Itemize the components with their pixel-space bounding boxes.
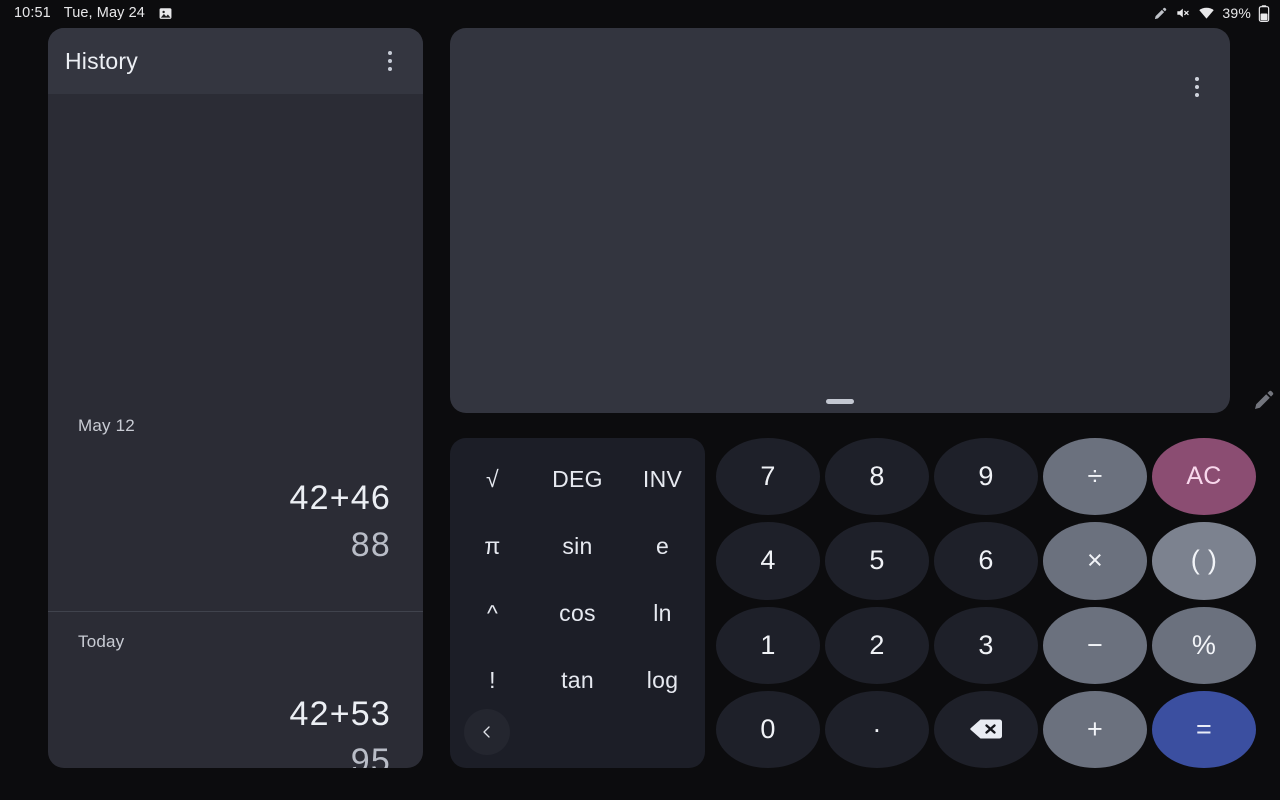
sci-key-inv[interactable]: INV	[620, 446, 705, 513]
history-expression[interactable]: 42+46	[78, 479, 391, 518]
key-digit-7[interactable]: 7	[716, 438, 820, 515]
collapse-pad-button[interactable]	[464, 709, 510, 755]
sci-key-sqrt[interactable]: √	[450, 446, 535, 513]
status-bar-right: 39%	[1153, 5, 1270, 22]
key-digit-3[interactable]: 3	[934, 607, 1038, 684]
history-result[interactable]: 95	[78, 742, 391, 768]
key-digit-0[interactable]: 0	[716, 691, 820, 768]
history-expression[interactable]: 42+53	[78, 695, 391, 734]
key-digit-1[interactable]: 1	[716, 607, 820, 684]
battery-percent-label: 39%	[1222, 5, 1251, 21]
key-divide[interactable]: ÷	[1043, 438, 1147, 515]
sci-key-pi[interactable]: π	[450, 513, 535, 580]
history-list[interactable]: May 12 42+46 88 Today 42+53 95	[48, 94, 423, 768]
sci-key-ln[interactable]: ln	[620, 580, 705, 647]
battery-icon	[1258, 5, 1270, 22]
key-digit-5[interactable]: 5	[825, 522, 929, 599]
key-equals[interactable]: =	[1152, 691, 1256, 768]
volume-mute-icon	[1175, 5, 1191, 21]
status-bar: 10:51 Tue, May 24 39%	[0, 0, 1280, 26]
wifi-icon	[1198, 5, 1215, 22]
image-icon	[158, 6, 173, 21]
backspace-icon	[969, 717, 1003, 741]
status-date: Tue, May 24	[64, 5, 145, 21]
history-group-date: Today	[78, 632, 391, 652]
key-parentheses[interactable]: ( )	[1152, 522, 1256, 599]
sci-key-deg[interactable]: DEG	[535, 446, 620, 513]
key-backspace[interactable]	[934, 691, 1038, 768]
scientific-pad: √ DEG INV π sin e ^ cos ln ! tan log	[450, 438, 705, 768]
history-result[interactable]: 88	[78, 526, 391, 565]
key-minus[interactable]: −	[1043, 607, 1147, 684]
history-panel: History May 12 42+46 88 Today 42+53 95	[48, 28, 423, 768]
history-overflow-menu-icon[interactable]	[375, 44, 405, 78]
key-digit-4[interactable]: 4	[716, 522, 820, 599]
history-group-date: May 12	[78, 416, 391, 436]
calculator-display[interactable]	[450, 28, 1230, 413]
history-title: History	[65, 48, 138, 75]
history-group-1[interactable]: Today 42+53 95	[48, 632, 423, 768]
key-digit-2[interactable]: 2	[825, 607, 929, 684]
key-digit-9[interactable]: 9	[934, 438, 1038, 515]
scientific-key-grid: √ DEG INV π sin e ^ cos ln ! tan log	[450, 446, 705, 714]
display-overflow-menu-icon[interactable]	[1182, 70, 1212, 104]
sci-key-factorial[interactable]: !	[450, 647, 535, 714]
display-formula	[450, 28, 451, 29]
calculator-app-screen: 10:51 Tue, May 24 39%	[0, 0, 1280, 800]
status-clock: 10:51	[14, 5, 51, 21]
display-resize-handle[interactable]	[826, 399, 854, 404]
sci-key-sin[interactable]: sin	[535, 513, 620, 580]
history-divider	[48, 611, 423, 612]
key-multiply[interactable]: ×	[1043, 522, 1147, 599]
key-decimal-point[interactable]: ·	[825, 691, 929, 768]
key-digit-8[interactable]: 8	[825, 438, 929, 515]
key-percent[interactable]: %	[1152, 607, 1256, 684]
history-group-0[interactable]: May 12 42+46 88	[48, 416, 423, 565]
sci-key-cos[interactable]: cos	[535, 580, 620, 647]
sci-key-e[interactable]: e	[620, 513, 705, 580]
stylus-edge-icon[interactable]	[1252, 388, 1276, 412]
stylus-icon	[1153, 6, 1168, 21]
sci-key-tan[interactable]: tan	[535, 647, 620, 714]
key-all-clear[interactable]: AC	[1152, 438, 1256, 515]
sci-key-log[interactable]: log	[620, 647, 705, 714]
numeric-keypad: 7 8 9 ÷ AC 4 5 6 × ( ) 1 2 3 − % 0 · + =	[716, 438, 1256, 768]
chevron-left-icon	[479, 724, 495, 740]
status-bar-left: 10:51 Tue, May 24	[14, 5, 173, 21]
key-digit-6[interactable]: 6	[934, 522, 1038, 599]
history-header: History	[48, 28, 423, 94]
key-plus[interactable]: +	[1043, 691, 1147, 768]
sci-key-power[interactable]: ^	[450, 580, 535, 647]
display-result	[450, 28, 451, 29]
